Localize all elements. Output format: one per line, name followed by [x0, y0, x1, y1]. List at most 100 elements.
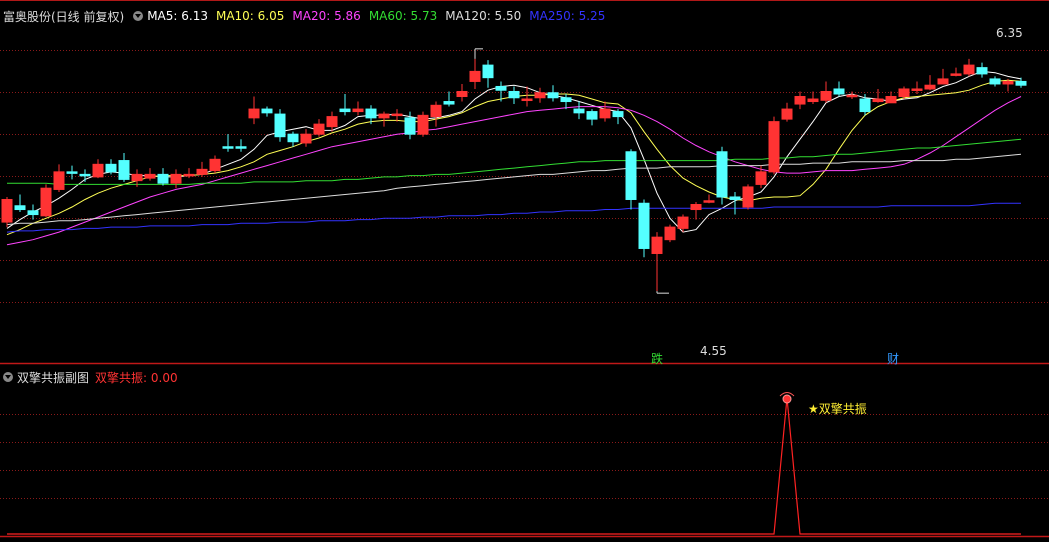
event-tag-drop[interactable]: 跌 [649, 352, 665, 366]
candle-body-up [898, 88, 910, 98]
candle-body-up [352, 108, 364, 113]
sub-panel-title: 双擎共振副图 [17, 370, 90, 385]
candle-body-up [664, 226, 676, 241]
event-tag-finance[interactable]: 财 [885, 352, 901, 366]
candle-body-up [924, 84, 936, 90]
candle-body-up [937, 78, 949, 85]
candle-body-up [183, 173, 195, 177]
candle-body-up [599, 108, 611, 119]
candle-body-down [612, 111, 624, 118]
candle-body-up [40, 187, 52, 217]
candle-body-down [105, 163, 117, 173]
candle-body-up [690, 204, 702, 211]
main-panel-legend: 富奥股份(日线 前复权) MA5: 6.13 MA10: 6.05 MA20: … [0, 8, 613, 24]
candle-body-down [482, 64, 494, 79]
star-icon: ★ [808, 402, 819, 416]
ma120-label: MA120: 5.50 [445, 9, 522, 23]
signal-dot [782, 394, 792, 404]
candle-body-up [820, 90, 832, 101]
candle-body-down [287, 133, 299, 143]
ma-line-ma250 [6, 202, 1021, 233]
candle-body-down [560, 97, 572, 103]
candle-body-up [430, 104, 442, 118]
candle-body-down [625, 151, 637, 200]
ma60-label: MA60: 5.73 [368, 9, 438, 23]
candle-body-up [807, 98, 819, 103]
candle-body-up [313, 123, 325, 135]
candle-body-up [872, 98, 884, 103]
candle-body-down [365, 108, 377, 119]
candle-body-down [27, 210, 39, 216]
candle-body-up [92, 163, 104, 178]
candle-body-up [742, 186, 754, 208]
candle-body-down [716, 151, 728, 198]
ma-line-ma120 [6, 153, 1022, 226]
candle-body-up [378, 113, 390, 119]
candle-body-down [339, 108, 351, 113]
sub-indicator-value: 双擎共振: 0.00 [95, 370, 178, 385]
low-price-label: 4.55 [700, 344, 727, 358]
candle-body-up [755, 171, 767, 185]
candle-body-down [729, 196, 741, 200]
candle-body-down [443, 101, 455, 105]
candle-body-up [417, 114, 429, 135]
candle-body-up [144, 173, 156, 179]
candle-body-down [79, 173, 91, 177]
candle-body-up [469, 70, 481, 82]
stock-title: 富奥股份(日线 前复权) [3, 9, 125, 24]
candle-body-up [326, 116, 338, 128]
candle-body-up [196, 168, 208, 175]
candle-body-up [248, 108, 260, 119]
candle-body-down [638, 202, 650, 249]
candle-body-up [846, 94, 858, 98]
high-price-label: 6.35 [996, 26, 1023, 40]
candle-body-up [170, 173, 182, 184]
candle-body-up [911, 88, 923, 91]
candle-body-up [677, 216, 689, 229]
candle-body-down [274, 113, 286, 138]
candle-body-down [235, 146, 247, 149]
candle-body-down [1015, 80, 1027, 86]
candle-body-down [508, 90, 520, 99]
candle-body-up [209, 158, 221, 172]
candle-body-down [222, 146, 234, 149]
signal-label: ★双擎共振 [808, 402, 867, 416]
candle-body-down [586, 111, 598, 120]
candle-body-up [703, 200, 715, 203]
candle-body-up [1, 198, 13, 223]
candle-body-up [950, 73, 962, 76]
settings-dropdown-icon[interactable] [133, 11, 144, 21]
candle-body-down [859, 98, 871, 113]
candle-body-up [963, 64, 975, 75]
sub-settings-dropdown-icon[interactable] [3, 372, 13, 382]
candle-body-up [1002, 80, 1014, 85]
candle-body-up [781, 108, 793, 120]
candle-body-down [404, 117, 416, 135]
ma250-label: MA250: 5.25 [529, 9, 606, 23]
ma5-label: MA5: 6.13 [147, 9, 208, 23]
candle-body-down [261, 108, 273, 114]
candle-body-down [14, 205, 26, 211]
candle-body-up [391, 113, 403, 117]
candle-body-up [651, 236, 663, 254]
candle-body-up [456, 90, 468, 98]
ma20-label: MA20: 5.86 [292, 9, 361, 23]
candle-body-down [989, 78, 1001, 85]
sub-panel-legend: 双擎共振副图 双擎共振: 0.00 [0, 369, 178, 385]
chart-canvas [0, 0, 1049, 538]
signal-text: 双擎共振 [818, 402, 867, 416]
candle-body-up [768, 121, 780, 173]
candle-body-down [833, 88, 845, 95]
candle-body-up [794, 96, 806, 105]
candle-body-up [131, 173, 143, 182]
candle-body-down [573, 108, 585, 114]
candle-body-down [547, 92, 559, 99]
candle-body-down [66, 171, 78, 174]
candle-body-down [118, 160, 130, 180]
candle-body-up [885, 96, 897, 104]
candle-body-down [157, 173, 169, 184]
candle-body-down [976, 67, 988, 75]
ma-line-ma20 [6, 96, 1022, 246]
candle-body-up [534, 92, 546, 99]
candle-body-down [495, 85, 507, 91]
